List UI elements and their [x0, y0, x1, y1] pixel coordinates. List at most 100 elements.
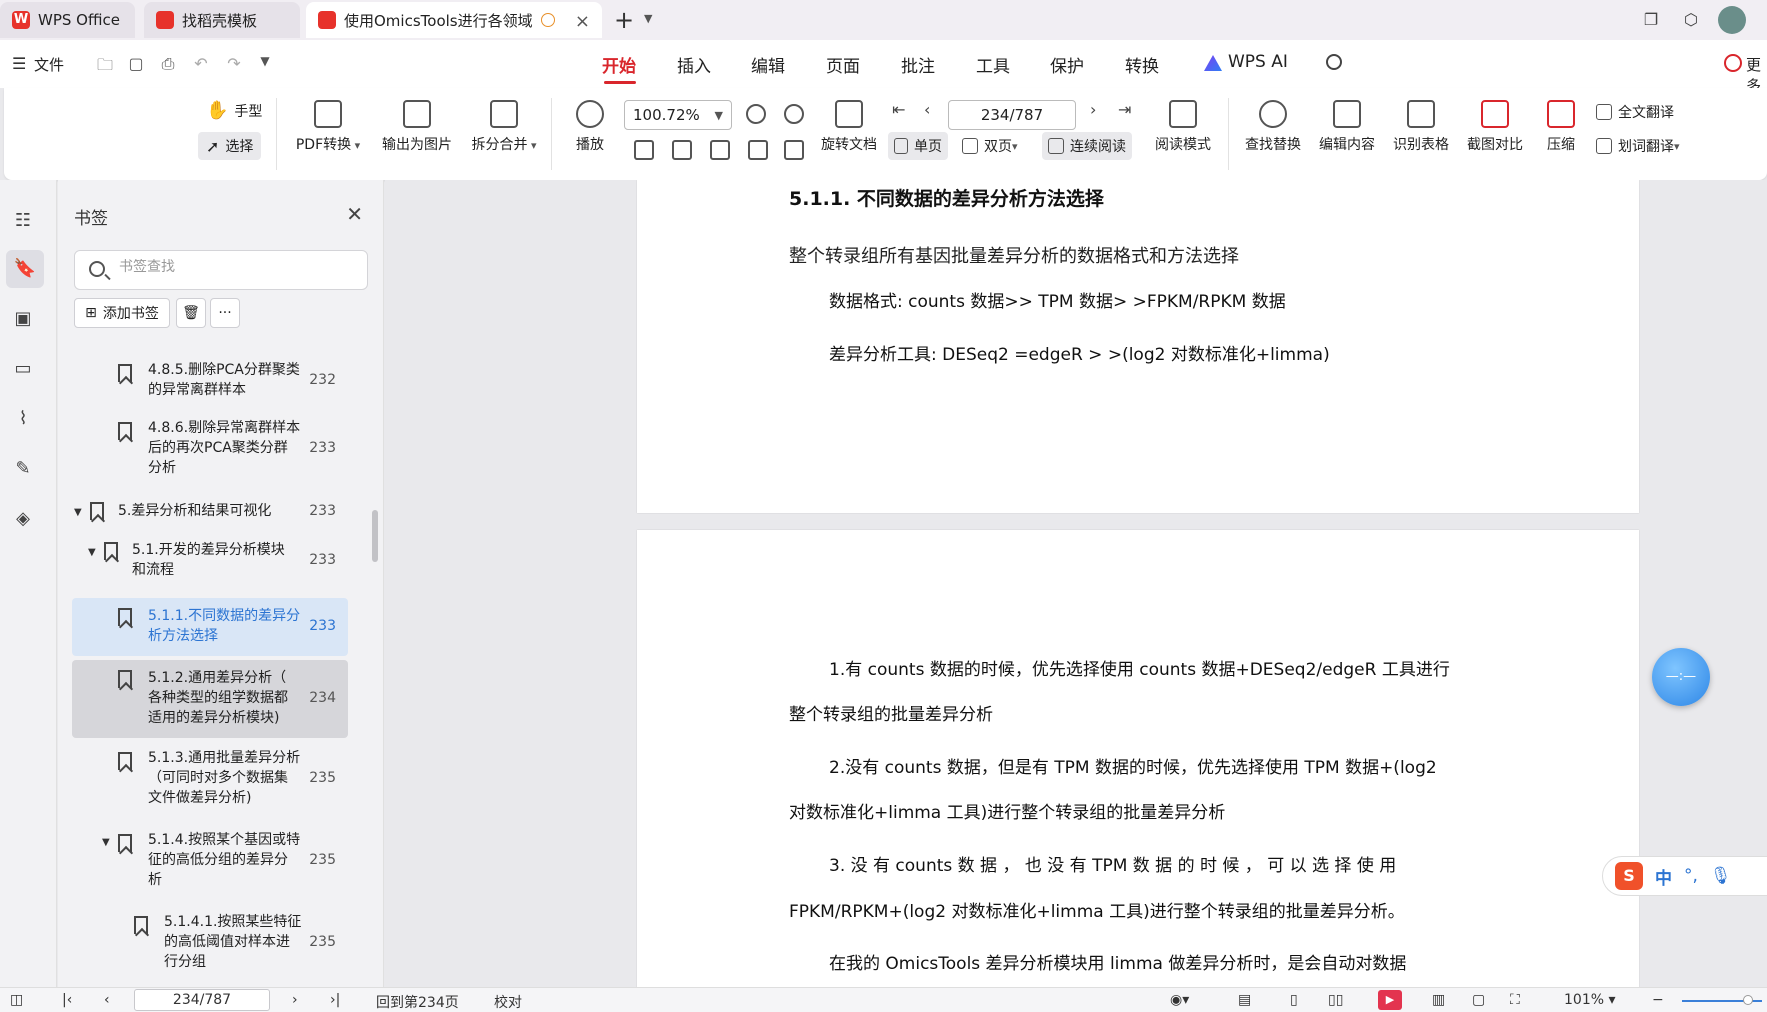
edit-content-button[interactable]: 编辑内容 — [1314, 100, 1380, 154]
double-page-view-icon[interactable]: ▯▯ — [1328, 992, 1343, 1008]
new-tab-button[interactable]: + — [614, 6, 634, 34]
rotate-left-icon[interactable] — [748, 140, 768, 160]
bookmark-item[interactable]: 4.8.5.删除PCA分群聚类 的异常离群样本 232 — [72, 358, 348, 402]
tab-document[interactable]: 使用OmicsTools进行各领域 × — [306, 2, 602, 38]
expand-triangle-icon[interactable]: ▼ — [102, 833, 110, 853]
zoom-slider-knob[interactable] — [1743, 995, 1753, 1005]
zoom-level-select[interactable]: 101% ▾ — [1564, 992, 1616, 1008]
microphone-icon[interactable]: 🎙 — [1710, 866, 1732, 886]
bookmark-item[interactable]: 5.1.4.1.按照某些特征 的高低阈值对样本进 行分组 235 — [72, 910, 348, 974]
menu-convert[interactable]: 转换 — [1125, 52, 1159, 77]
floating-assistant-ball[interactable]: —:— — [1652, 648, 1710, 706]
proofread-button[interactable]: 校对 — [494, 992, 522, 1012]
bookmark-more-button[interactable]: ··· — [210, 298, 240, 328]
expand-triangle-icon[interactable]: ▼ — [88, 543, 96, 563]
undo-icon[interactable]: ↶ — [190, 54, 212, 74]
add-bookmark-button[interactable]: ⊞ 添加书签 — [74, 298, 170, 328]
next-page-icon[interactable]: › — [1090, 100, 1096, 119]
single-page-button[interactable]: 单页 — [888, 132, 948, 160]
bookmark-search-field[interactable] — [74, 250, 368, 290]
fullscreen-icon[interactable]: ⛶ — [1510, 992, 1520, 1008]
rotate-document-button[interactable]: 旋转文档 — [814, 100, 884, 154]
screenshot-compare-button[interactable]: 截图对比 — [1462, 100, 1528, 154]
bookmark-search-input[interactable] — [119, 259, 349, 275]
hand-tool-button[interactable]: ✋ 手型 — [206, 100, 262, 121]
find-replace-button[interactable]: 查找替换 — [1240, 100, 1306, 154]
bookmark-item[interactable]: ▼ 5.1.开发的差异分析模块 和流程 233 — [72, 538, 348, 582]
comment-icon[interactable]: ▭ — [12, 358, 34, 380]
signature-icon[interactable]: ✎ — [12, 458, 34, 480]
full-translate-button[interactable]: 全文翻译 — [1596, 102, 1674, 122]
close-tab-icon[interactable]: × — [575, 11, 590, 32]
menu-insert[interactable]: 插入 — [677, 52, 711, 77]
recognize-table-button[interactable]: 识别表格 — [1388, 100, 1454, 154]
zoom-out-icon[interactable]: − — [1652, 992, 1664, 1008]
eye-icon[interactable]: ◉▾ — [1170, 992, 1189, 1008]
menu-tools[interactable]: 工具 — [976, 52, 1010, 77]
continuous-read-button[interactable]: 连续阅读 — [1042, 132, 1132, 160]
read-mode-button[interactable]: 阅读模式 — [1150, 100, 1216, 154]
status-page-input[interactable]: 234/787 — [134, 989, 270, 1011]
bookmark-item[interactable]: 5.1.3.通用批量差异分析 （可同时对多个数据集 文件做差异分析) 235 — [72, 746, 348, 810]
zoom-select[interactable]: 100.72% ▼ — [624, 100, 732, 130]
menu-comment[interactable]: 批注 — [901, 52, 935, 77]
back-to-page-link[interactable]: 回到第234页 — [376, 992, 459, 1012]
delete-bookmark-button[interactable]: 🗑 — [176, 298, 206, 328]
document-viewport[interactable]: 5.1.1. 不同数据的差异分析方法选择 整个转录组所有基因批量差异分析的数据格… — [385, 180, 1767, 987]
restore-window-icon[interactable]: ❐ — [1640, 10, 1662, 30]
play-button[interactable]: 播放 — [570, 100, 610, 154]
menu-page[interactable]: 页面 — [826, 52, 860, 77]
first-page-icon[interactable]: ⇤ — [892, 100, 905, 119]
prev-page-icon[interactable]: ‹ — [924, 100, 930, 119]
zoom-in-icon[interactable] — [784, 104, 804, 124]
select-tool-button[interactable]: ➚ 选择 — [198, 132, 262, 160]
redo-icon[interactable]: ↷ — [223, 54, 245, 74]
menu-edit[interactable]: 编辑 — [751, 52, 785, 77]
next-page-icon[interactable]: › — [292, 992, 298, 1008]
file-menu[interactable]: 文件 — [34, 54, 64, 75]
tab-docer[interactable]: 找稻壳模板 — [144, 2, 300, 38]
fit-width-icon[interactable]: ▥ — [1432, 992, 1445, 1008]
tab-list-chevron-icon[interactable]: ▼ — [644, 12, 652, 25]
tab-wps-office[interactable]: W WPS Office — [0, 2, 135, 38]
ime-language[interactable]: 中 — [1655, 864, 1672, 889]
search-icon[interactable] — [1326, 54, 1342, 70]
ime-toolbar[interactable]: S 中 °, 🎙 — [1602, 856, 1767, 896]
close-icon[interactable]: ✕ — [346, 202, 363, 226]
thumbnail-icon[interactable]: ▣ — [12, 308, 34, 330]
bookmark-panel-icon[interactable]: 🔖 — [6, 250, 44, 288]
fit-width-icon[interactable] — [710, 140, 730, 160]
attachment-icon[interactable]: ⌇ — [12, 408, 34, 430]
bookmark-item[interactable]: 4.8.6.剔除异常离群样本 后的再次PCA聚类分群 分析 233 — [72, 416, 348, 480]
last-page-icon[interactable]: ⇥ — [1118, 100, 1131, 119]
last-page-icon[interactable]: ›| — [330, 992, 340, 1008]
open-folder-icon[interactable]: 🗀 — [94, 54, 116, 74]
outline-icon[interactable]: ☷ — [12, 210, 34, 232]
avatar[interactable] — [1718, 6, 1746, 34]
hamburger-icon[interactable]: ☰ — [12, 54, 26, 73]
layers-icon[interactable]: ◈ — [12, 508, 34, 530]
zoom-out-icon[interactable] — [746, 104, 766, 124]
actual-size-icon[interactable] — [634, 140, 654, 160]
single-page-view-icon[interactable]: ▯ — [1290, 992, 1298, 1008]
save-icon[interactable]: ▢ — [125, 54, 147, 74]
word-translate-button[interactable]: 划词翻译 ▾ — [1596, 136, 1680, 156]
continuous-view-icon[interactable]: ▤ — [1238, 992, 1251, 1008]
bookmark-item[interactable]: ▼ 5.1.4.按照某个基因或特 征的高低分组的差异分析 235 — [72, 828, 348, 892]
pdf-convert-button[interactable]: PDF转换 ▾ — [290, 100, 366, 154]
page-number-input[interactable]: 234/787 — [948, 100, 1076, 130]
first-page-icon[interactable]: |‹ — [62, 992, 72, 1008]
play-icon[interactable]: ▶ — [1378, 990, 1402, 1010]
quick-access-chevron-icon[interactable]: ▼ — [254, 54, 276, 74]
compress-button[interactable]: 压缩 — [1540, 100, 1582, 154]
menu-protect[interactable]: 保护 — [1050, 52, 1084, 77]
menu-wps-ai[interactable]: WPS AI — [1228, 52, 1288, 72]
prev-page-icon[interactable]: ‹ — [104, 992, 110, 1008]
fit-page-icon[interactable] — [672, 140, 692, 160]
ime-punctuation[interactable]: °, — [1684, 866, 1698, 886]
double-page-button[interactable]: 双页 ▾ — [962, 136, 1018, 156]
toggle-sidebar-icon[interactable]: ◫ — [10, 992, 23, 1008]
bookmark-item-hover[interactable]: 5.1.2.通用差异分析（ 各种类型的组学数据都 适用的差异分析模块) 234 — [72, 660, 348, 738]
export-image-button[interactable]: 输出为图片 — [374, 100, 460, 154]
rotate-right-icon[interactable] — [784, 140, 804, 160]
